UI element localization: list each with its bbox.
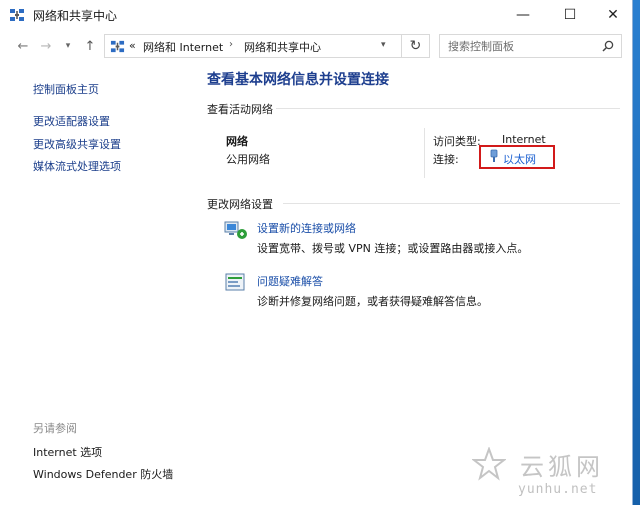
change-network-settings-heading: 更改网络设置 [207,198,273,211]
network-location-icon [110,40,125,53]
watermark-cn: 云狐网 [520,453,604,481]
address-dropdown-chevron-icon[interactable]: ▾ [381,40,386,50]
internet-options-link[interactable]: Internet 选项 [33,444,102,460]
change-adapter-settings-link[interactable]: 更改适配器设置 [33,113,110,129]
troubleshoot-problems-link[interactable]: 问题疑难解答 [257,273,323,289]
up-arrow-icon[interactable]: ↑ [80,38,100,54]
page-title: 查看基本网络信息并设置连接 [207,72,389,88]
navigation-bar: ← → ▾ ↑ « 网络和 Internet › 网络和共享中心 ▾ ↻ [0,29,632,63]
active-networks-heading: 查看活动网络 [207,103,273,116]
back-arrow-icon[interactable]: ← [13,38,33,54]
troubleshoot-icon [225,273,245,291]
search-input[interactable] [448,38,598,54]
breadcrumb-network-internet[interactable]: 网络和 Internet [143,39,223,55]
access-type-label: 访问类型: [433,135,481,148]
change-advanced-sharing-link[interactable]: 更改高级共享设置 [33,136,121,152]
setup-new-connection-link[interactable]: 设置新的连接或网络 [257,220,356,236]
watermark-url: yunhu.net [518,482,598,497]
title-bar[interactable]: 网络和共享中心 — ☐ ✕ [0,0,632,29]
media-streaming-options-link[interactable]: 媒体流式处理选项 [33,158,121,174]
desktop-background [632,0,640,505]
refresh-icon[interactable]: ↻ [401,35,429,57]
network-setup-icon [224,221,247,239]
network-profile-type[interactable]: 公用网络 [226,151,270,167]
window-title: 网络和共享中心 [33,9,118,23]
address-bar[interactable]: « 网络和 Internet › 网络和共享中心 ▾ ↻ [104,34,430,58]
section-divider [276,108,620,109]
see-also-heading: 另请参阅 [33,422,77,435]
network-info-divider [424,128,425,178]
network-name: 网络 [226,135,248,148]
troubleshoot-problems-description: 诊断并修复网络问题，或者获得疑难解答信息。 [257,295,488,308]
connections-label: 连接: [433,153,459,166]
windows-defender-firewall-link[interactable]: Windows Defender 防火墙 [33,466,173,482]
search-box[interactable] [439,34,622,58]
watermark-star-logo [472,447,506,481]
setup-new-connection-description: 设置宽带、拨号或 VPN 连接；或设置路由器或接入点。 [257,242,529,255]
minimize-button[interactable]: — [500,0,546,29]
breadcrumb-separator[interactable]: › [229,39,233,50]
ethernet-connection-link[interactable]: 以太网 [503,151,536,167]
control-panel-home-link[interactable]: 控制面板主页 [33,81,99,97]
maximize-button[interactable]: ☐ [547,0,593,29]
close-button[interactable]: ✕ [590,0,632,29]
network-center-icon [10,9,24,21]
section-divider [283,203,620,204]
ethernet-connection-icon [490,149,498,162]
breadcrumb-sharing-center[interactable]: 网络和共享中心 [244,39,321,55]
search-icon[interactable] [602,40,614,52]
control-panel-window: 网络和共享中心 — ☐ ✕ ← → ▾ ↑ « 网络和 Internet › 网… [0,0,633,505]
forward-arrow-icon[interactable]: → [37,38,55,54]
recent-locations-chevron-icon[interactable]: ▾ [61,38,75,54]
breadcrumb-overflow[interactable]: « [129,39,136,52]
